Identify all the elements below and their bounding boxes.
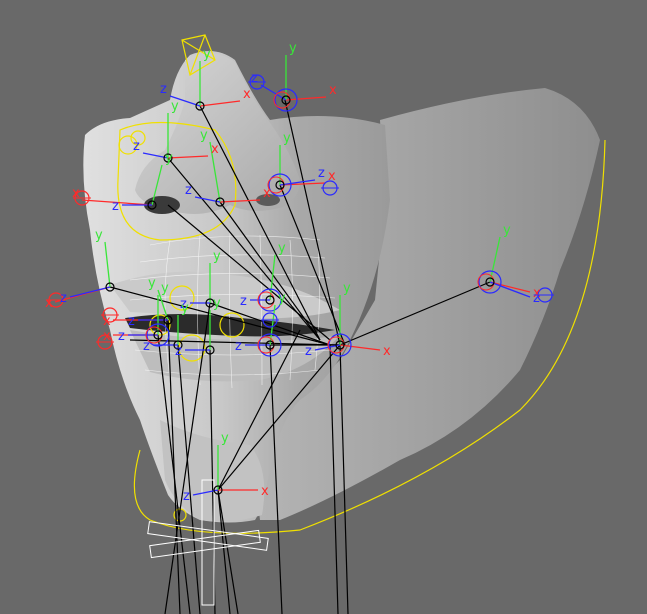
y-axis-label: y: [278, 241, 286, 256]
x-axis-label: x: [45, 296, 53, 311]
y-axis-label: y: [289, 41, 297, 56]
x-axis-line: [285, 96, 327, 101]
y-axis-label: y: [283, 131, 291, 146]
z-axis-label: z: [185, 183, 192, 198]
z-axis-label: z: [118, 329, 125, 344]
z-axis-label: z: [143, 339, 150, 354]
y-axis-label: y: [148, 276, 156, 291]
x-axis-label: x: [103, 329, 111, 344]
y-axis-label: y: [203, 47, 211, 62]
x-axis-label: x: [211, 142, 219, 157]
x-axis-label: x: [72, 186, 80, 201]
y-axis-label: y: [200, 128, 208, 143]
z-axis-label: z: [133, 139, 140, 154]
z-axis-label: z: [160, 82, 167, 97]
y-axis-label: y: [343, 281, 351, 296]
y-axis-label: y: [278, 291, 286, 306]
z-axis-label: z: [305, 344, 312, 359]
y-axis-label: y: [213, 296, 221, 311]
z-axis-label: z: [251, 71, 258, 86]
x-axis-label: x: [261, 484, 269, 499]
z-axis-label: z: [183, 489, 190, 504]
z-axis-label: z: [60, 291, 67, 306]
y-axis-label: y: [171, 99, 179, 114]
x-axis-label: x: [243, 87, 251, 102]
y-axis-label: y: [221, 431, 229, 446]
z-axis-label: z: [533, 291, 540, 306]
x-axis-label: x: [383, 344, 391, 359]
maya-viewport[interactable]: xyzxyzxyzxyzxyzxyzxyzxyzyzyzxyzxyzyzyzyz…: [0, 0, 647, 614]
x-axis-label: x: [328, 169, 336, 184]
y-axis-label: y: [503, 223, 511, 238]
y-axis-label: y: [213, 249, 221, 264]
viewport-scene[interactable]: xyz xyzxyzxyzxyzxyzxyz xyzyzyzxyzxyzyzyzyz…: [0, 0, 647, 614]
z-axis-label: z: [112, 199, 119, 214]
z-axis-label: z: [175, 344, 182, 359]
y-axis-label: y: [165, 151, 173, 166]
y-axis-label: y: [161, 281, 169, 296]
joint-icon[interactable]: [260, 55, 327, 112]
y-axis-label: y: [181, 301, 189, 316]
x-axis-label: x: [263, 186, 271, 201]
x-axis-label: x: [103, 314, 111, 329]
z-axis-label: z: [240, 294, 247, 309]
z-axis-label: z: [235, 339, 242, 354]
y-axis-label: y: [95, 228, 103, 243]
z-axis-label: z: [318, 166, 325, 181]
x-axis-label: x: [329, 83, 337, 98]
z-axis-label: z: [128, 314, 135, 329]
